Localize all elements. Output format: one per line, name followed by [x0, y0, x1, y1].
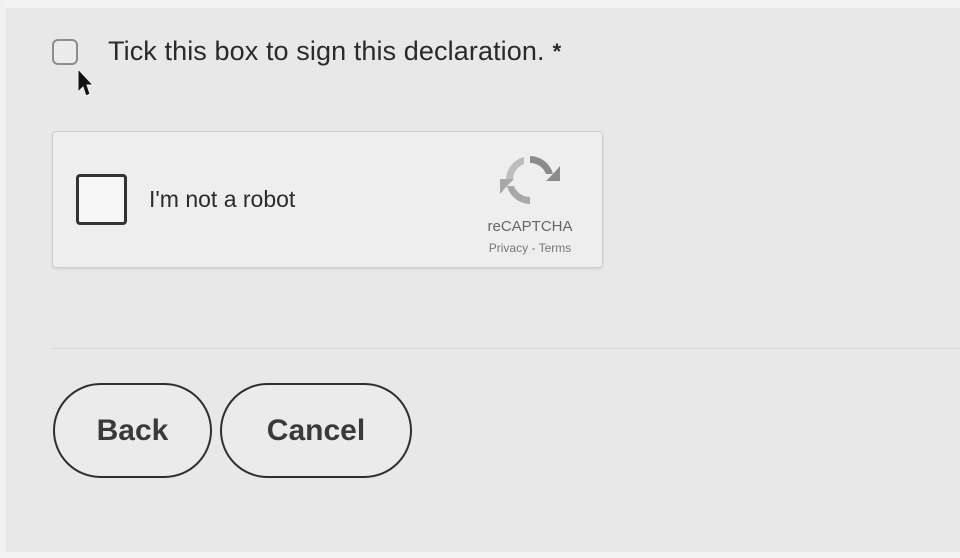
top-edge — [0, 0, 960, 8]
back-button[interactable]: Back — [53, 383, 212, 478]
links-separator: - — [531, 241, 536, 255]
bottom-edge — [0, 552, 960, 558]
section-divider — [52, 348, 960, 349]
mouse-pointer-icon — [77, 68, 94, 97]
required-marker: * — [552, 38, 562, 64]
privacy-link[interactable]: Privacy — [489, 241, 528, 255]
declaration-row: Tick this box to sign this declaration. … — [52, 36, 561, 67]
recaptcha-brand: reCAPTCHA — [487, 218, 573, 235]
recaptcha-label: I'm not a robot — [149, 186, 296, 212]
cancel-button[interactable]: Cancel — [220, 383, 412, 478]
left-edge — [0, 0, 6, 558]
declaration-label: Tick this box to sign this declaration. — [108, 36, 545, 66]
recaptcha-checkbox[interactable] — [76, 174, 127, 225]
recaptcha-widget: I'm not a robot reCAPTCHA Privacy - Term… — [52, 131, 603, 268]
declaration-checkbox[interactable] — [52, 38, 78, 65]
recaptcha-links: Privacy - Terms — [469, 241, 591, 255]
recaptcha-logo-icon — [500, 156, 560, 204]
terms-link[interactable]: Terms — [539, 241, 572, 255]
